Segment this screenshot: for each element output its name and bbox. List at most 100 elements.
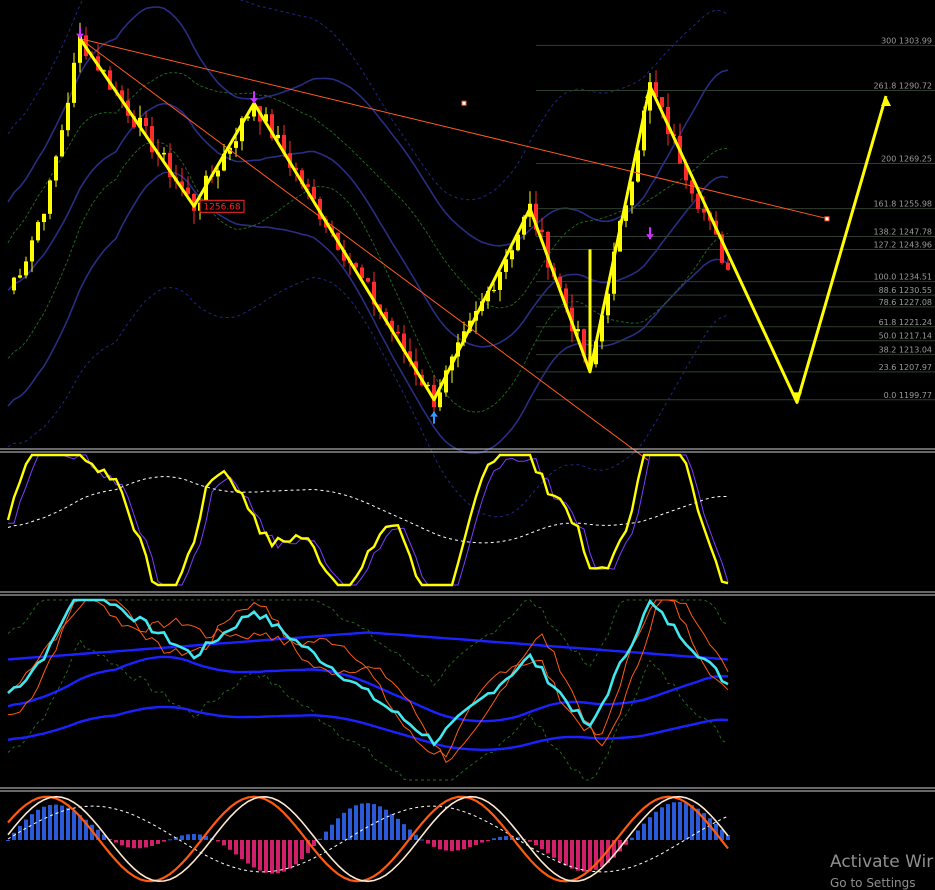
histogram-bar <box>654 811 658 840</box>
activate-windows-subtext: Go to Settings <box>830 876 916 890</box>
histogram-bar <box>468 840 472 848</box>
histogram-bar <box>378 806 382 840</box>
oscillator-signal-line <box>8 454 729 586</box>
histogram-bar <box>240 840 244 860</box>
candle-body <box>510 250 514 260</box>
candle-body <box>30 240 34 262</box>
histogram-bar <box>12 832 16 840</box>
histogram-bar <box>276 840 280 874</box>
price-marker-label: 1256.68 <box>203 202 240 212</box>
histogram-bar <box>636 830 640 840</box>
histogram-bar <box>552 840 556 858</box>
histogram-bar <box>168 839 172 841</box>
histogram-bar <box>684 802 688 840</box>
histogram-bar <box>258 840 262 871</box>
fib-level-label: 88.6 1230.55 <box>879 286 932 295</box>
red-band-line <box>7 599 729 758</box>
histogram-bar <box>228 840 232 850</box>
fib-level-label: 161.8 1255.98 <box>873 200 932 209</box>
trendline-handle <box>461 100 467 106</box>
histogram-bar <box>564 840 568 866</box>
wave-arrowhead <box>881 96 891 106</box>
histogram-bar <box>162 840 166 842</box>
zigzag-wave-line <box>78 37 652 402</box>
histogram-bar <box>348 808 352 840</box>
histogram-bar <box>300 840 304 860</box>
candle-body <box>24 261 28 276</box>
upper-band-line <box>7 6 729 247</box>
histogram-pane[interactable] <box>6 795 730 883</box>
histogram-bar <box>114 840 118 843</box>
histogram-bar <box>678 801 682 840</box>
cyan-trend-line <box>7 598 729 747</box>
candle-body <box>162 152 166 155</box>
histogram-bar <box>366 803 370 840</box>
fib-level-label: 23.6 1207.97 <box>879 363 932 372</box>
histogram-bar <box>324 831 328 840</box>
trend-indicator-pane[interactable] <box>7 598 729 781</box>
trading-chart[interactable]: 300 1303.99 261.8 1290.72 200 1269.25 161.8… <box>0 0 935 886</box>
wave-markers: 1256.68 <box>76 26 654 424</box>
histogram-bar <box>24 819 28 840</box>
histogram-bar <box>402 824 406 840</box>
histogram-bar <box>462 840 466 850</box>
histogram-bar <box>126 840 130 848</box>
histogram-bar <box>660 807 664 840</box>
outer-upper-line <box>7 599 729 687</box>
histogram-bar <box>372 804 376 840</box>
histogram-bar <box>486 840 490 841</box>
candle-body <box>54 156 58 181</box>
price-pane[interactable]: 300 1303.99 261.8 1290.72 200 1269.25 161.8… <box>7 0 935 518</box>
activate-windows-watermark: Activate Wir <box>830 852 934 872</box>
histogram-bar <box>600 840 604 867</box>
fib-level-label: 50.0 1217.14 <box>879 332 932 341</box>
histogram-bar <box>546 840 550 854</box>
histogram-bar <box>420 839 424 841</box>
candle-body <box>144 117 148 127</box>
histogram-bar <box>444 840 448 851</box>
histogram-bar <box>180 835 184 840</box>
zigzag-wave <box>78 37 891 404</box>
histogram-bar <box>642 823 646 840</box>
candle-body <box>216 170 220 177</box>
histogram-bar <box>432 840 436 847</box>
histogram-bar <box>396 818 400 840</box>
candle-body <box>18 275 22 278</box>
histogram-bar <box>504 836 508 840</box>
histogram-bar <box>336 818 340 840</box>
blue-upper-line <box>7 631 729 661</box>
candle-body <box>498 271 502 290</box>
histogram-bar <box>156 840 160 844</box>
candle-body <box>576 329 580 332</box>
histogram-bar <box>570 840 574 869</box>
fib-level-label: 127.2 1243.96 <box>873 241 932 250</box>
fib-level-label: 138.2 1247.78 <box>873 228 932 237</box>
histogram-bar <box>534 840 538 846</box>
candle-body <box>36 222 40 241</box>
fib-level-label: 38.2 1213.04 <box>879 346 932 355</box>
fib-level-label: 261.8 1290.72 <box>873 82 932 91</box>
histogram-bar <box>474 840 478 845</box>
histogram-bar <box>30 814 34 840</box>
histogram-bar <box>192 833 196 840</box>
candle-body <box>60 130 64 157</box>
upper-trendline <box>79 38 829 220</box>
histogram-bar <box>354 805 358 840</box>
oscillator-pane[interactable] <box>6 453 729 587</box>
histogram-bar <box>48 804 52 840</box>
histogram-bar <box>582 840 586 872</box>
lower-band-line <box>7 171 729 455</box>
candle-body <box>660 97 664 107</box>
histogram-bar <box>66 807 70 840</box>
histogram-bar <box>252 840 256 868</box>
candle-body <box>72 62 76 103</box>
candle-body <box>66 102 70 131</box>
fib-level-label: 0.0 1199.77 <box>884 391 932 400</box>
histogram-bar <box>72 810 76 840</box>
histogram-bar <box>318 838 322 840</box>
candle-body <box>48 180 52 214</box>
candle-body <box>492 289 496 292</box>
top-arrow-marker <box>250 98 258 104</box>
histogram-bar <box>222 840 226 846</box>
histogram-bar <box>456 840 460 851</box>
